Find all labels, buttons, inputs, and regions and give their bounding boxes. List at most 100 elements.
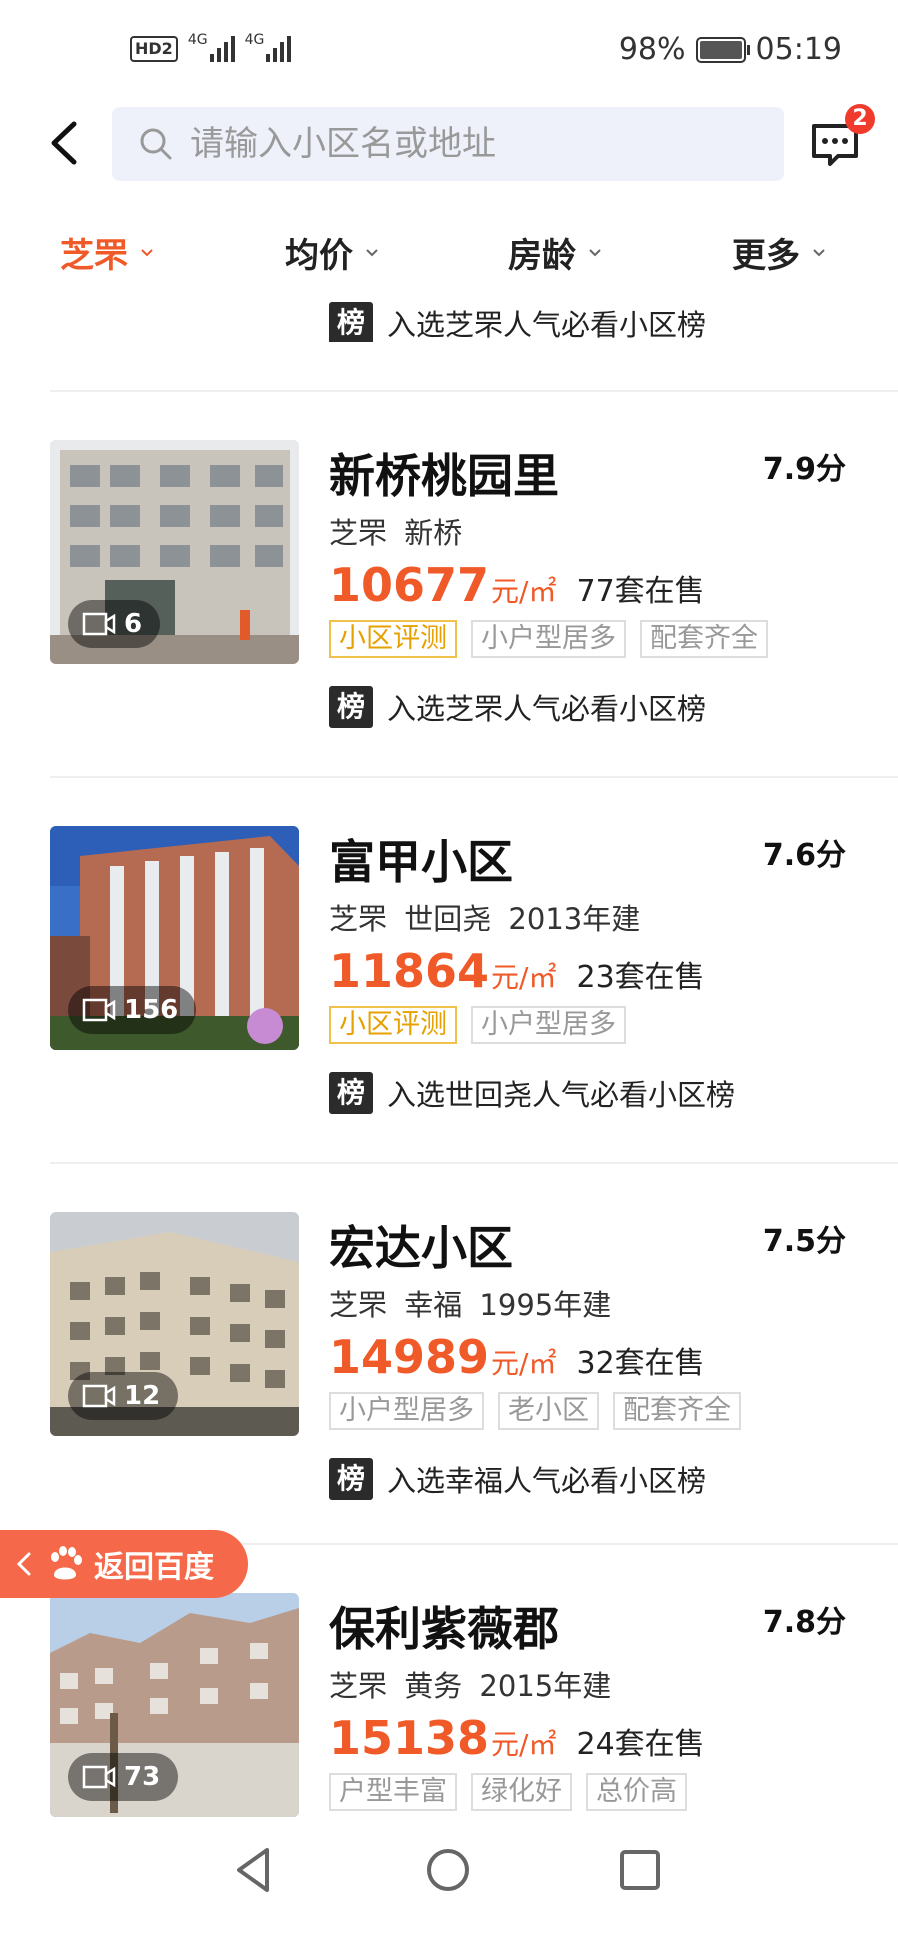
price-row: 11864 元/㎡ 23套在售 [329, 944, 705, 998]
tag-list: 户型丰富 绿化好 总价高 [329, 1773, 687, 1811]
partial-list-item: 榜 入选芝罘人气必看小区榜 [0, 296, 898, 342]
video-icon [82, 1765, 116, 1789]
hd-indicator: HD2 [130, 36, 178, 62]
divider [50, 776, 898, 778]
filter-avg-price[interactable]: 均价 [285, 228, 379, 277]
return-to-baidu-button[interactable]: 返回百度 [0, 1530, 248, 1598]
video-count: 6 [124, 609, 143, 639]
avg-price: 15138 [329, 1711, 490, 1765]
rank-text: 入选世回尧人气必看小区榜 [387, 1078, 736, 1112]
rank-row[interactable]: 榜 入选芝罘人气必看小区榜 [329, 686, 706, 728]
filter-label: 房龄 [508, 236, 576, 276]
rank-row[interactable]: 榜 入选芝罘人气必看小区榜 [329, 302, 706, 342]
community-score: 7.9分 [762, 452, 846, 487]
community-name: 宏达小区 [329, 1221, 513, 1275]
clock: 05:19 [755, 32, 842, 67]
network-indicators: HD2 4G 4G [130, 32, 292, 62]
listing-card[interactable]: 12 宏达小区 7.5分 芝罘 幸福 1995年建 14989 元/㎡ 32套在… [0, 1212, 898, 1552]
on-sale-count: 77套在售 [576, 574, 705, 609]
video-count-pill[interactable]: 156 [68, 986, 197, 1034]
filter-label: 均价 [285, 236, 353, 276]
video-count: 156 [124, 995, 179, 1025]
chevron-down-icon [813, 248, 825, 256]
video-count: 73 [124, 1762, 161, 1792]
filter-bar: 芝罘 均价 房龄 更多 [0, 228, 898, 288]
on-sale-count: 24套在售 [576, 1727, 705, 1762]
video-icon [82, 612, 116, 636]
rank-badge: 榜 [329, 1458, 373, 1500]
listing-card[interactable]: 6 新桥桃园里 7.9分 芝罘 新桥 10677 元/㎡ 77套在售 小区评测 … [0, 440, 898, 780]
community-photo[interactable]: 73 [50, 1593, 299, 1817]
filter-district[interactable]: 芝罘 [60, 228, 154, 277]
price-unit: 元/㎡ [491, 1347, 557, 1380]
status-bar: HD2 4G 4G 98% 05:19 [0, 0, 898, 100]
search-input[interactable] [188, 123, 752, 165]
video-icon [82, 998, 116, 1022]
return-button-label: 返回百度 [94, 1550, 214, 1585]
chevron-down-icon [141, 248, 153, 256]
community-photo[interactable]: 156 [50, 826, 299, 1050]
video-count-pill[interactable]: 73 [68, 1753, 179, 1801]
filter-more[interactable]: 更多 [732, 228, 826, 277]
message-count-badge: 2 [845, 104, 875, 134]
price-row: 15138 元/㎡ 24套在售 [329, 1711, 705, 1765]
tag-review[interactable]: 小区评测 [329, 1006, 457, 1044]
community-name: 富甲小区 [329, 835, 513, 889]
rank-badge: 榜 [329, 302, 373, 342]
nav-back-icon[interactable] [225, 1840, 285, 1900]
divider [50, 390, 898, 392]
search-bar[interactable] [112, 107, 784, 181]
nav-home-icon[interactable] [418, 1840, 478, 1900]
tag: 小户型居多 [471, 1006, 626, 1044]
avg-price: 11864 [329, 944, 490, 998]
nav-recents-icon[interactable] [610, 1840, 670, 1900]
video-icon [82, 1384, 116, 1408]
search-icon [140, 128, 172, 160]
on-sale-count: 32套在售 [576, 1346, 705, 1381]
community-photo[interactable]: 12 [50, 1212, 299, 1436]
price-unit: 元/㎡ [491, 1728, 557, 1761]
community-score: 7.5分 [762, 1224, 846, 1259]
tag: 配套齐全 [613, 1392, 741, 1430]
signal-1-label: 4G [187, 32, 208, 48]
avg-price: 14989 [329, 1330, 490, 1384]
baidu-paw-icon [51, 1546, 82, 1580]
hd-label: HD [135, 39, 162, 58]
status-right: 98% 05:19 [619, 32, 842, 67]
filter-age[interactable]: 房龄 [508, 228, 602, 277]
tag: 总价高 [586, 1773, 687, 1811]
avg-price: 10677 [329, 558, 490, 612]
rank-badge: 榜 [329, 1072, 373, 1114]
tag: 户型丰富 [329, 1773, 457, 1811]
community-score: 7.6分 [762, 838, 846, 873]
rank-text: 入选芝罘人气必看小区榜 [387, 692, 707, 726]
rank-row[interactable]: 榜 入选幸福人气必看小区榜 [329, 1458, 706, 1500]
chevron-down-icon [589, 248, 601, 256]
listing-card[interactable]: 156 富甲小区 7.6分 芝罘 世回尧 2013年建 11864 元/㎡ 23… [0, 826, 898, 1166]
community-location: 芝罘 世回尧 2013年建 [329, 902, 641, 936]
community-name: 保利紫薇郡 [329, 1602, 559, 1656]
community-photo[interactable]: 6 [50, 440, 299, 664]
signal-bars-icon [209, 32, 235, 62]
hd-sim-label: 2 [161, 39, 173, 58]
filter-label: 更多 [732, 236, 800, 276]
tag-review[interactable]: 小区评测 [329, 620, 457, 658]
video-count-pill[interactable]: 12 [68, 1372, 179, 1420]
divider [50, 1162, 898, 1164]
battery-icon [695, 36, 750, 63]
on-sale-count: 23套在售 [576, 960, 705, 995]
battery-percent: 98% [618, 32, 686, 67]
video-count-pill[interactable]: 6 [68, 600, 161, 648]
back-arrow-icon[interactable] [40, 118, 90, 168]
signal-bars-icon [266, 32, 292, 62]
rank-text: 入选芝罘人气必看小区榜 [387, 308, 707, 342]
price-row: 14989 元/㎡ 32套在售 [329, 1330, 705, 1384]
filter-label: 芝罘 [60, 236, 128, 276]
tag: 小户型居多 [329, 1392, 484, 1430]
rank-row[interactable]: 榜 入选世回尧人气必看小区榜 [329, 1072, 735, 1114]
tag-list: 小区评测 小户型居多 配套齐全 [329, 620, 768, 658]
community-score: 7.8分 [762, 1605, 846, 1640]
price-row: 10677 元/㎡ 77套在售 [329, 558, 705, 612]
community-location: 芝罘 黄务 2015年建 [329, 1669, 612, 1703]
signal-1: 4G [188, 32, 235, 62]
